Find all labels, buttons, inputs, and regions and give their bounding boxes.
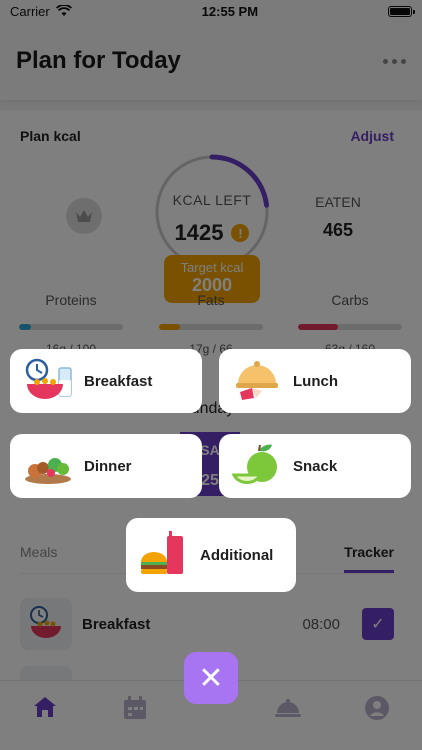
snack-option-label: Snack [293,457,338,475]
dinner-option[interactable]: Dinner [10,434,202,498]
dinner-plate-icon [22,440,74,492]
dinner-option-label: Dinner [84,457,132,475]
additional-option-label: Additional [200,546,274,564]
cloche-icon [231,355,283,407]
breakfast-option-label: Breakfast [84,372,153,390]
snack-option[interactable]: Snack [219,434,411,498]
close-button[interactable]: ✕ [184,652,238,704]
breakfast-bowl-icon [22,355,74,407]
breakfast-option[interactable]: Breakfast [10,349,202,413]
burger-drink-icon [138,529,190,581]
lunch-option-label: Lunch [293,372,338,390]
lunch-option[interactable]: Lunch [219,349,411,413]
additional-option[interactable]: Additional [126,518,296,592]
apple-icon [231,440,283,492]
close-icon: ✕ [198,661,224,695]
